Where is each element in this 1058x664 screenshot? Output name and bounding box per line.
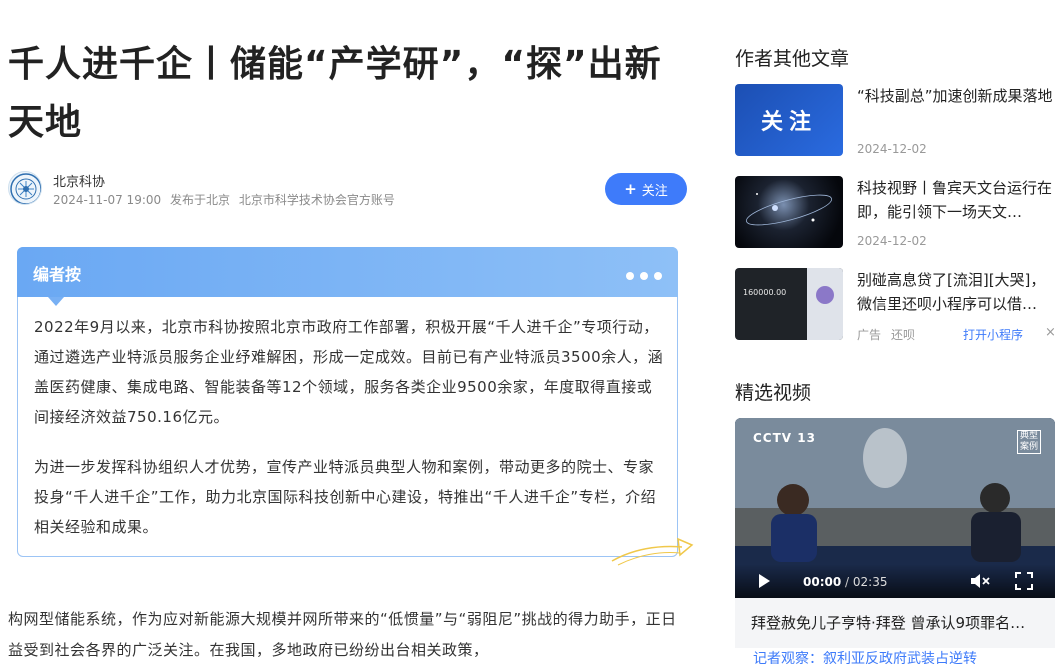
video-player[interactable]: CCTV 13 典型案例 00:00 / 02:35 <box>735 418 1055 598</box>
next-video-caption[interactable]: 记者观察：叙利亚反政府武装占逆转 <box>735 648 1055 664</box>
sidebar: 作者其他文章 关注 “科技副总”加速创新成果落地 2024-12-02 科技视野… <box>735 0 1058 664</box>
video-controls <box>735 564 1055 598</box>
account-description: 北京市科学技术协会官方账号 <box>238 193 395 207</box>
sidebar-article-date: 2024-12-02 <box>857 142 927 156</box>
video-current-time: 00:00 <box>803 575 842 589</box>
body-paragraph: 构网型储能系统，作为应对新能源大规模并网所带来的“低惯量”与“弱阻尼”挑战的得力… <box>8 610 677 659</box>
publish-date: 2024-11-07 19:00 <box>53 193 162 207</box>
play-icon[interactable] <box>757 573 771 589</box>
article-thumbnail <box>735 176 843 248</box>
ad-tag: 广告 <box>857 328 882 342</box>
author-name[interactable]: 北京科协 <box>53 171 105 190</box>
avatar <box>816 286 834 304</box>
channel-logo: CCTV 13 <box>753 431 816 445</box>
plus-icon: + <box>624 180 637 198</box>
sidebar-article[interactable]: 科技视野丨鲁宾天文台运行在即，能引领下一场天文… 2024-12-02 <box>735 176 1058 250</box>
dots-decoration-icon <box>620 265 662 284</box>
editor-note-paragraph: 2022年9月以来，北京市科协按照北京市政府工作部署，积极开展“千人进千企”专项… <box>34 318 664 426</box>
publish-location: 发布于北京 <box>169 193 230 207</box>
ad-thumbnail-amount: 160000.00 <box>743 288 787 297</box>
editor-note-box: 编者按 2022年9月以来，北京市科协按照北京市政府工作部署，积极开展“千人进千… <box>17 247 694 566</box>
video-time: 00:00 / 02:35 <box>803 575 888 589</box>
article-thumbnail: 关注 <box>735 84 843 156</box>
video-caption[interactable]: 拜登赦免儿子亨特·拜登 曾承认9项罪名… <box>735 598 1055 648</box>
featured-video-heading: 精选视频 <box>735 382 812 404</box>
video-duration: 02:35 <box>852 575 888 589</box>
follow-label: 关注 <box>641 183 668 199</box>
ad-title[interactable]: 别碰高息贷了[流泪][大哭]，微信里还呗小程序可以借… <box>857 268 1055 316</box>
article-main: 千人进千企丨储能“产学研”，“探”出新天地 北京科协 2024-11-07 19… <box>8 0 698 664</box>
other-articles-heading: 作者其他文章 <box>735 48 850 70</box>
open-mini-program-link[interactable]: 打开小程序 <box>963 326 1023 343</box>
sidebar-article-title[interactable]: “科技副总”加速创新成果落地 <box>857 84 1055 108</box>
sidebar-article[interactable]: 关注 “科技副总”加速创新成果落地 2024-12-02 <box>735 84 1058 158</box>
editor-note-paragraph: 为进一步发挥科协组织人才优势，宣传产业特派员典型人物和案例，带动更多的院士、专家… <box>34 458 657 536</box>
author-meta: 2024-11-07 19:00 发布于北京 北京市科学技术协会官方账号 <box>53 191 400 208</box>
article-body: 构网型储能系统，作为应对新能源大规模并网所带来的“低惯量”与“弱阻尼”挑战的得力… <box>8 604 688 664</box>
sidebar-article-date: 2024-12-02 <box>857 234 927 248</box>
sidebar-ad[interactable]: 160000.00 别碰高息贷了[流泪][大哭]，微信里还呗小程序可以借… 广告… <box>735 268 1058 342</box>
speech-tail-icon <box>48 297 64 306</box>
article-title: 千人进千企丨储能“产学研”，“探”出新天地 <box>8 44 662 143</box>
swoosh-decoration-icon <box>611 537 694 566</box>
author-avatar[interactable] <box>8 171 42 205</box>
author-row: 北京科协 2024-11-07 19:00 发布于北京 北京市科学技术协会官方账… <box>8 168 688 212</box>
editor-note-heading: 编者按 <box>33 265 82 284</box>
close-icon[interactable]: × <box>1045 325 1056 340</box>
sidebar-article-title[interactable]: 科技视野丨鲁宾天文台运行在即，能引领下一场天文… <box>857 176 1055 224</box>
mute-icon[interactable] <box>969 572 991 590</box>
thumbnail-text: 关注 <box>760 110 817 135</box>
ad-source: 还呗 <box>891 328 916 342</box>
fullscreen-icon[interactable] <box>1015 572 1033 590</box>
editor-note-header: 编者按 <box>17 247 678 297</box>
ad-thumbnail: 160000.00 <box>735 268 843 340</box>
follow-button[interactable]: + 关注 <box>605 173 687 205</box>
space-image-icon <box>746 193 832 226</box>
editor-note-body: 2022年9月以来，北京市科协按照北京市政府工作部署，积极开展“千人进千企”专项… <box>34 312 666 562</box>
beast-logo-icon <box>10 173 41 204</box>
corner-badge: 典型案例 <box>1017 430 1041 454</box>
